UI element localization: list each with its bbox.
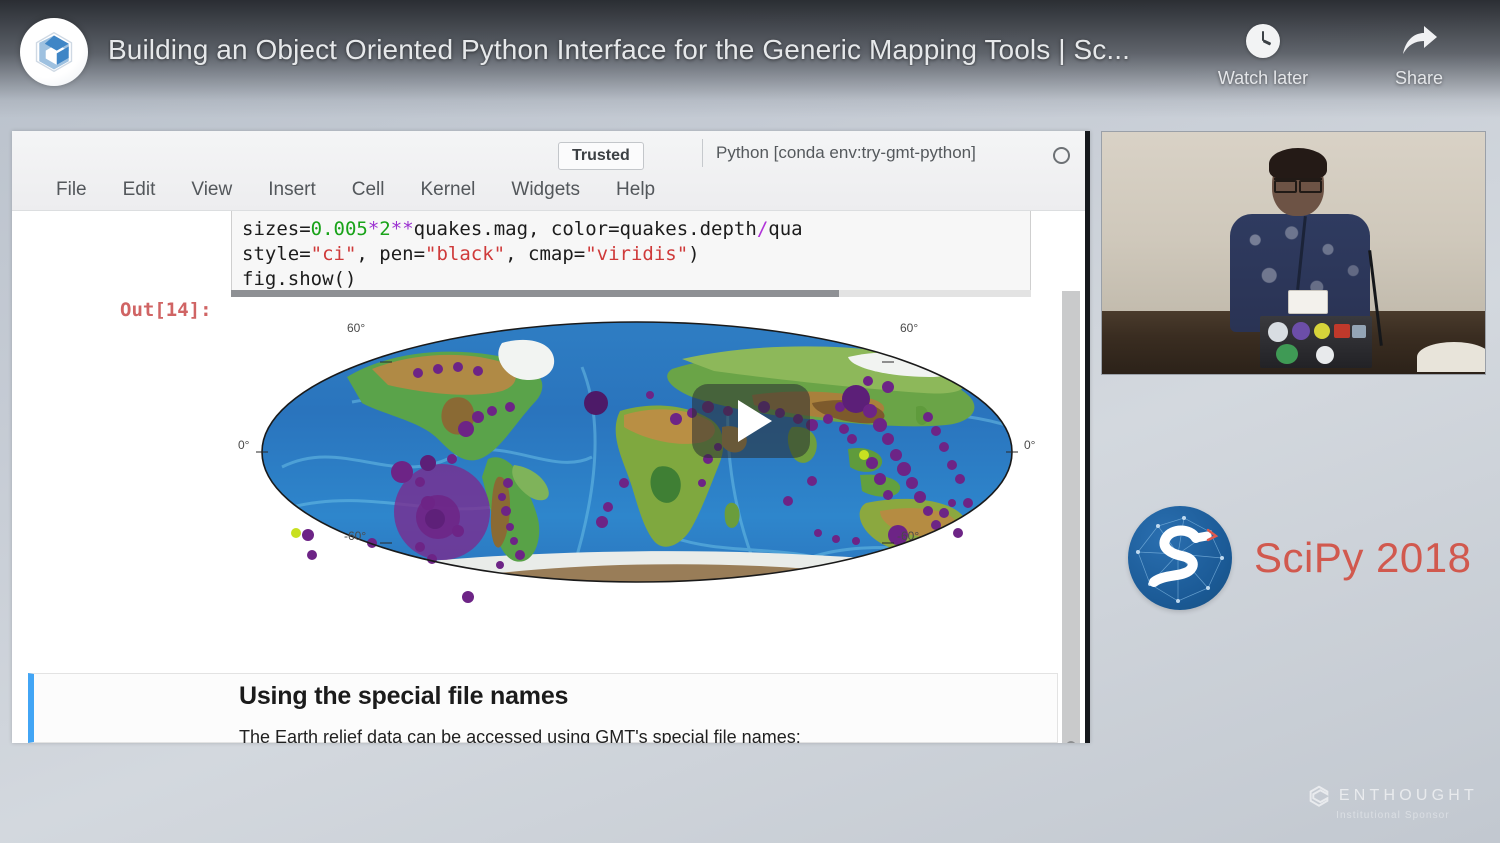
menu-item-edit[interactable]: Edit <box>105 175 174 205</box>
code-token: qua <box>768 218 803 240</box>
jupyter-notebook-panel: Trusted Python [conda env:try-gmt-python… <box>12 131 1090 743</box>
lat-tick-0-left: 0° <box>238 438 250 452</box>
lat-tick-60-right: 60° <box>900 321 919 335</box>
code-token-number: 0.005 <box>310 218 368 240</box>
mollweide-map-svg <box>256 321 1018 603</box>
markdown-cell[interactable]: Using the special file names The Earth r… <box>28 673 1058 743</box>
enthought-circle-logo-icon[interactable] <box>20 18 88 86</box>
speaker-hair <box>1269 148 1327 180</box>
player-top-bar: Building an Object Oriented Python Inter… <box>0 0 1500 118</box>
markdown-content: Using the special file names The Earth r… <box>239 682 1039 743</box>
notebook-body: sizes=0.005*2**quakes.mag, color=quakes.… <box>12 211 1085 743</box>
sponsor-subtitle: Institutional Sponsor <box>1336 810 1450 821</box>
lat-tick-m60-left: -60° <box>344 529 367 543</box>
menu-item-cell[interactable]: Cell <box>334 175 403 205</box>
header-divider <box>702 139 703 167</box>
lat-tick-60-left: 60° <box>347 321 366 335</box>
code-token: sizes= <box>242 218 311 240</box>
scipy-year-label: SciPy 2018 <box>1254 534 1472 581</box>
code-token-string: "ci" <box>310 243 357 265</box>
trusted-badge[interactable]: Trusted <box>558 142 644 170</box>
code-token: , pen= <box>356 243 426 265</box>
code-line-1: sizes=0.005*2**quakes.mag, color=quakes.… <box>242 217 1030 242</box>
code-token-op: * <box>367 218 380 240</box>
scipy-snake-logo-icon <box>1128 506 1232 610</box>
scrollbar-thumb[interactable] <box>1066 741 1076 743</box>
lat-tick-m60-right: -60° <box>897 529 920 543</box>
share-button[interactable]: Share <box>1364 18 1474 89</box>
sponsor-name: ENTHOUGHT <box>1338 787 1478 804</box>
markdown-heading: Using the special file names <box>239 682 569 710</box>
code-line-3: fig.show() <box>242 268 357 290</box>
share-arrow-icon <box>1399 18 1439 64</box>
code-token: , cmap= <box>505 243 586 265</box>
player-top-actions: Watch later Share <box>1208 18 1474 89</box>
scipy-branding: SciPy 2018 <box>1128 506 1471 610</box>
code-token-op: / <box>756 218 769 240</box>
menu-item-help[interactable]: Help <box>598 175 673 205</box>
markdown-text-1: The Earth relief data can be accessed us… <box>239 727 801 743</box>
menu-item-kernel[interactable]: Kernel <box>402 175 493 205</box>
speaker-laptop <box>1260 316 1372 368</box>
code-token-number: 2 <box>379 218 391 240</box>
speaker-table-object <box>1417 342 1485 372</box>
enthought-hex-glyph <box>35 31 73 73</box>
share-label: Share <box>1394 68 1444 88</box>
map-basemap <box>262 322 1012 582</box>
notebook-menubar: File Edit View Insert Cell Kernel Widget… <box>12 175 673 205</box>
menu-item-view[interactable]: View <box>173 175 250 205</box>
lat-tick-0-right: 0° <box>1024 438 1036 452</box>
play-button[interactable] <box>692 384 810 458</box>
code-cell-input[interactable]: sizes=0.005*2**quakes.mag, color=quakes.… <box>231 211 1031 295</box>
output-prompt-label: Out[14]: <box>120 299 212 321</box>
menu-item-file[interactable]: File <box>38 175 105 205</box>
sponsor-footer: ENTHOUGHT Institutional Sponsor <box>1308 785 1478 821</box>
code-token-string: "viridis" <box>585 243 689 265</box>
enthought-mark-icon <box>1308 785 1330 807</box>
code-token-op: ** <box>390 218 414 240</box>
watch-later-button[interactable]: Watch later <box>1208 18 1318 89</box>
video-player-stage: Building an Object Oriented Python Inter… <box>0 0 1500 843</box>
code-token: quakes.mag, color=quakes.depth <box>413 218 757 240</box>
code-token: style= <box>242 243 311 265</box>
speaker-name-badge <box>1288 290 1328 314</box>
menu-item-insert[interactable]: Insert <box>250 175 334 205</box>
notebook-vertical-scrollbar[interactable] <box>1062 291 1080 743</box>
code-token: ) <box>688 243 700 265</box>
menu-item-widgets[interactable]: Widgets <box>493 175 598 205</box>
clock-icon <box>1246 18 1280 64</box>
code-token-string: "black" <box>425 243 506 265</box>
speaker-video-inset[interactable] <box>1101 131 1486 375</box>
code-cell-horizontal-scrollbar[interactable] <box>231 290 1031 297</box>
kernel-idle-circle-icon[interactable] <box>1053 147 1070 164</box>
watch-later-label: Watch later <box>1217 68 1309 88</box>
play-icon <box>738 400 772 442</box>
notebook-header: Trusted Python [conda env:try-gmt-python… <box>12 131 1085 211</box>
markdown-paragraph: The Earth relief data can be accessed us… <box>239 724 1039 743</box>
kernel-name-label: Python [conda env:try-gmt-python] <box>716 143 976 162</box>
code-line-2: style="ci", pen="black", cmap="viridis") <box>242 242 1030 267</box>
map-output-figure: 60° 60° 0° 0° -60° -60° <box>238 307 1042 607</box>
speaker-glasses <box>1274 178 1322 193</box>
video-title: Building an Object Oriented Python Inter… <box>108 34 1130 65</box>
